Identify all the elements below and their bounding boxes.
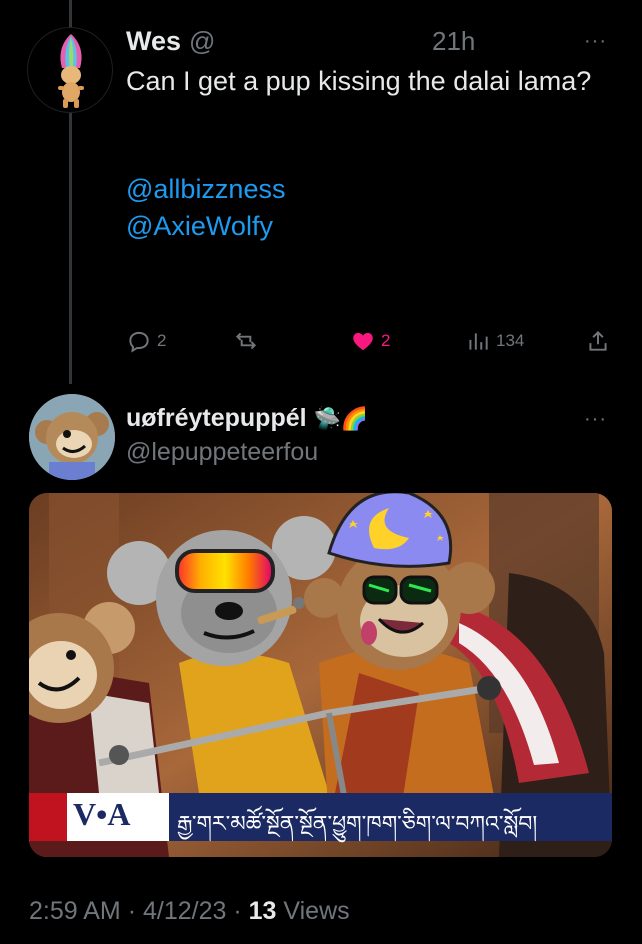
tweet-text: Can I get a pup kissing the dalai lama?: [126, 66, 592, 96]
footer-views-label[interactable]: Views: [283, 897, 349, 925]
reply-button[interactable]: 2: [126, 328, 166, 354]
footer-time[interactable]: 2:59 AM: [29, 897, 121, 925]
author-name-emoji: 🛸🌈: [313, 406, 369, 431]
like-button[interactable]: 2: [350, 328, 390, 354]
tweet-image[interactable]: V•A རྒྱ་གར་མཚོ་སྔོན་སྔོན་ཕྱུག་ཁག་ཅིག་ལ་བ…: [29, 493, 612, 857]
retweet-icon: [235, 332, 257, 350]
retweet-button[interactable]: [233, 328, 259, 354]
footer-date[interactable]: 4/12/23: [143, 897, 226, 925]
author-name[interactable]: Wes: [126, 26, 181, 57]
troll-doll-avatar-icon: [58, 34, 84, 108]
avatar-wes[interactable]: [27, 27, 113, 113]
footer-views-count[interactable]: 13: [249, 897, 277, 925]
views-icon: [469, 333, 488, 350]
share-button[interactable]: [585, 328, 611, 354]
tweet-footer: 2:59 AM · 4/12/23 · 13 Views: [29, 897, 350, 926]
mention-link[interactable]: @AxieWolfy: [126, 211, 273, 242]
reply-icon: [129, 331, 149, 353]
views-button[interactable]: 134: [465, 328, 524, 354]
footer-separator: ·: [233, 897, 242, 925]
reply-count: 2: [157, 331, 167, 350]
banner-text: རྒྱ་གར་མཚོ་སྔོན་སྔོན་ཕྱུག་ཁག་ཅིག་ལ་བཀའ་ས…: [177, 811, 538, 836]
author-handle[interactable]: @lepuppeteerfou: [126, 438, 318, 467]
views-count: 134: [496, 331, 525, 350]
author-handle[interactable]: @: [189, 26, 215, 57]
footer-separator: ·: [127, 897, 137, 925]
voa-logo: V•A: [73, 796, 131, 832]
share-icon: [589, 330, 607, 351]
like-count: 2: [381, 331, 391, 350]
author-name[interactable]: uøfréytepuppél 🛸🌈: [126, 404, 368, 433]
heart-icon: [353, 332, 373, 351]
monkey-avatar-icon: [29, 394, 115, 480]
more-icon[interactable]: ···: [584, 30, 607, 53]
tweet-time[interactable]: 21h: [432, 26, 475, 57]
avatar-lepuppeteerfou[interactable]: [29, 394, 115, 480]
author-name-text: uøfréytepuppél: [126, 404, 307, 432]
more-icon[interactable]: ···: [584, 408, 607, 431]
mention-link[interactable]: @allbizzness: [126, 174, 285, 205]
